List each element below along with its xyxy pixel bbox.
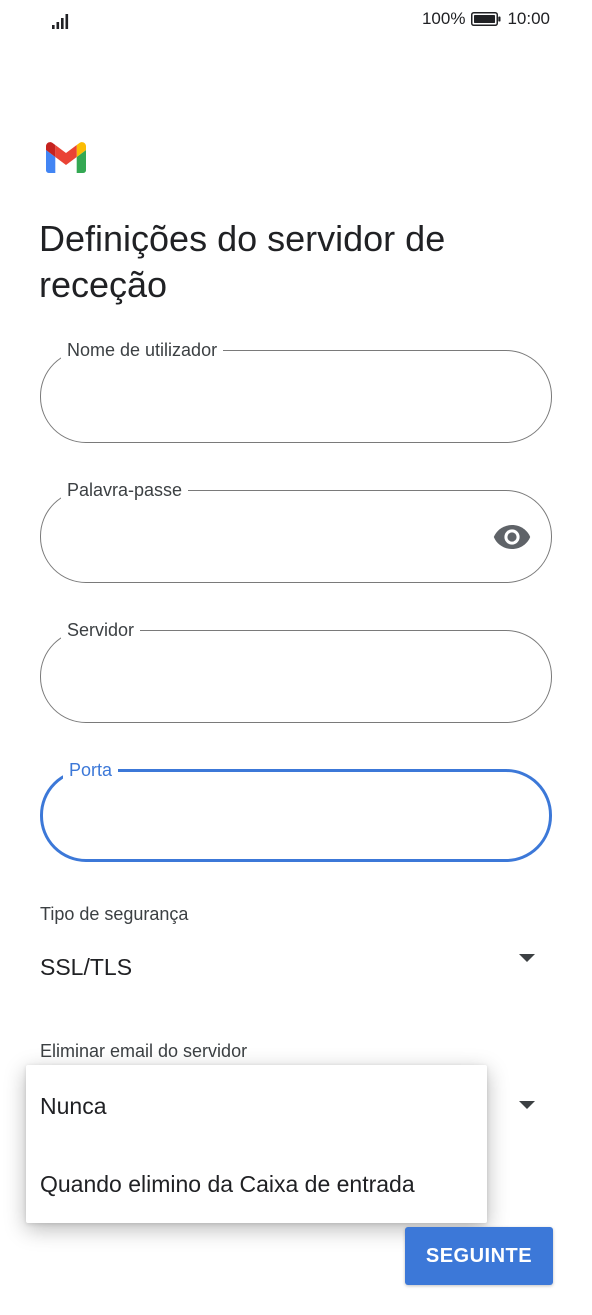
signal-icon bbox=[52, 14, 69, 29]
status-bar: 100% 10:00 bbox=[0, 0, 592, 40]
password-input[interactable] bbox=[65, 521, 499, 555]
status-right: 100% 10:00 bbox=[422, 9, 550, 29]
menu-item-never[interactable]: Nunca bbox=[26, 1071, 487, 1141]
delete-email-label: Eliminar email do servidor bbox=[40, 1041, 248, 1061]
security-type-dropdown[interactable]: SSL/TLS bbox=[40, 942, 552, 990]
server-label: Servidor bbox=[61, 619, 141, 641]
server-input[interactable] bbox=[65, 661, 499, 695]
port-field[interactable]: Porta bbox=[40, 759, 552, 862]
eye-icon[interactable] bbox=[493, 524, 531, 550]
username-field[interactable]: Nome de utilizador bbox=[40, 339, 552, 443]
password-label: Palavra-passe bbox=[61, 479, 189, 501]
security-type-label: Tipo de segurança bbox=[40, 904, 189, 924]
chevron-down-icon[interactable] bbox=[518, 1100, 536, 1110]
clock: 10:00 bbox=[507, 9, 550, 28]
menu-item-when-deleted-from-inbox[interactable]: Quando elimino da Caixa de entrada bbox=[26, 1149, 487, 1219]
password-field[interactable]: Palavra-passe bbox=[40, 479, 552, 583]
username-input[interactable] bbox=[65, 381, 499, 415]
page-title: Definições do servidor de receção bbox=[39, 218, 446, 305]
gmail-logo-icon bbox=[46, 142, 86, 173]
security-type-value: SSL/TLS bbox=[40, 954, 133, 980]
username-label: Nome de utilizador bbox=[61, 339, 224, 361]
battery-icon bbox=[471, 12, 501, 26]
port-label: Porta bbox=[63, 759, 119, 781]
battery-percent: 100% bbox=[421, 9, 466, 28]
next-button[interactable]: SEGUINTE bbox=[405, 1227, 553, 1285]
chevron-down-icon bbox=[519, 954, 535, 962]
server-field[interactable]: Servidor bbox=[40, 619, 552, 723]
delete-email-menu: Nunca Quando elimino da Caixa de entrada bbox=[26, 1065, 487, 1223]
port-input[interactable] bbox=[67, 802, 501, 836]
